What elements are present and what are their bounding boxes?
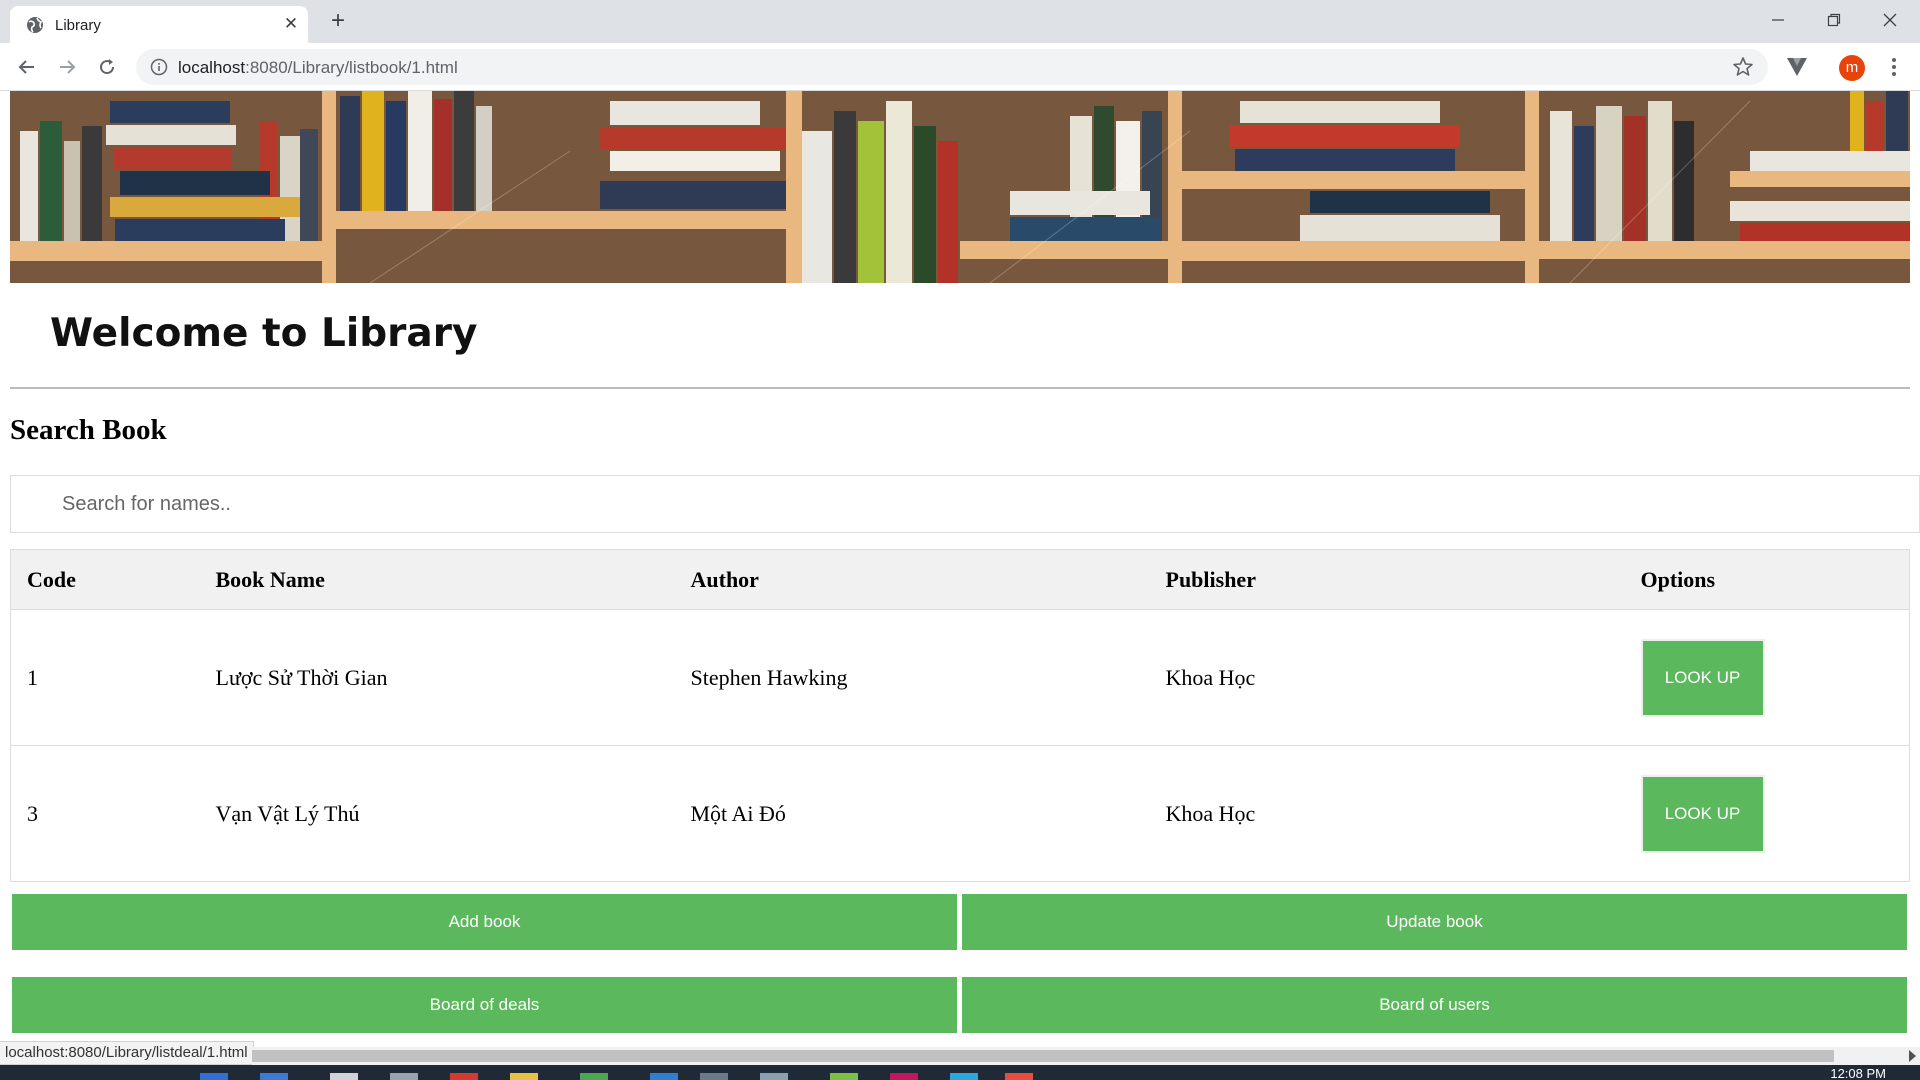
cell-code: 3 [27, 800, 38, 826]
minimize-button[interactable] [1750, 0, 1806, 40]
info-icon[interactable] [150, 58, 168, 76]
cell-publisher: Khoa Học [1149, 609, 1625, 746]
kebab-menu-icon[interactable] [1882, 55, 1906, 79]
arrow-right-icon [60, 60, 76, 74]
taskbar-app-icon[interactable] [510, 1073, 538, 1080]
bookshelf-banner [10, 91, 1910, 283]
column-header-author: Author [674, 549, 1150, 610]
taskbar-clock: 12:08 PM [1830, 1066, 1886, 1080]
minimize-icon [1772, 19, 1784, 21]
cell-author: Stephen Hawking [674, 609, 1150, 746]
taskbar-app-icon[interactable] [700, 1073, 728, 1080]
column-header-publisher: Publisher [1149, 549, 1625, 610]
close-window-button[interactable] [1862, 0, 1918, 40]
table-header-row: Code Book Name Author Publisher Options [10, 549, 1910, 610]
taskbar-app-icon[interactable] [650, 1073, 678, 1080]
status-bar-url: localhost:8080/Library/listdeal/1.html [0, 1041, 254, 1065]
update-book-button[interactable]: Update book [962, 894, 1907, 950]
os-taskbar: 12:08 PM [0, 1065, 1920, 1080]
taskbar-app-icon[interactable] [390, 1073, 418, 1080]
url-text: localhost:8080/Library/listbook/1.html [178, 58, 458, 78]
close-icon [1883, 13, 1897, 27]
cell-book-name: Vạn Vật Lý Thú [215, 800, 360, 826]
forward-button[interactable] [51, 51, 83, 83]
table-row: 1 Lược Sử Thời Gian Stephen Hawking Khoa… [10, 609, 1910, 746]
search-heading: Search Book [10, 414, 167, 446]
browser-toolbar: localhost:8080/Library/listbook/1.html m [0, 43, 1920, 91]
cell-author: Một Ai Đó [690, 800, 786, 826]
table-row: 3 Vạn Vật Lý Thú Một Ai Đó Khoa Học LOOK… [11, 746, 1910, 882]
column-header-options: Options [1624, 549, 1910, 610]
taskbar-app-icon[interactable] [200, 1073, 228, 1080]
restore-button[interactable] [1806, 0, 1862, 40]
taskbar-app-icon[interactable] [830, 1073, 858, 1080]
board-of-deals-button[interactable]: Board of deals [12, 977, 957, 1033]
taskbar-app-icon[interactable] [890, 1073, 918, 1080]
close-tab-icon[interactable]: ✕ [281, 14, 301, 34]
books-table: Code Book Name Author Publisher Options … [10, 549, 1910, 882]
taskbar-app-icon[interactable] [760, 1073, 788, 1080]
add-book-button[interactable]: Add book [12, 894, 957, 950]
column-header-code: Code [10, 549, 200, 610]
horizontal-divider [10, 387, 1910, 389]
browser-tab-strip: Library ✕ + [0, 0, 1920, 43]
scroll-right-arrow-icon[interactable] [1909, 1050, 1916, 1062]
restore-icon [1827, 13, 1841, 27]
bookmark-star-icon[interactable] [1732, 56, 1754, 78]
cell-options: LOOK UP [1624, 609, 1910, 746]
look-up-button[interactable]: LOOK UP [1640, 774, 1765, 853]
taskbar-app-icon[interactable] [330, 1073, 358, 1080]
back-button[interactable] [11, 51, 43, 83]
board-of-users-button[interactable]: Board of users [962, 977, 1907, 1033]
taskbar-app-icon[interactable] [580, 1073, 608, 1080]
globe-icon [27, 17, 43, 33]
page-title: Welcome to Library [50, 311, 478, 356]
url-path: :8080/Library/listbook/1.html [245, 58, 458, 77]
cell-book-name: Lược Sử Thời Gian [199, 609, 675, 746]
bookshelf-illustration [10, 91, 1910, 283]
new-tab-button[interactable]: + [325, 9, 351, 35]
cell-code: 1 [10, 609, 200, 746]
taskbar-app-icon[interactable] [950, 1073, 978, 1080]
reload-icon [100, 59, 115, 75]
column-header-book-name: Book Name [199, 549, 675, 610]
horizontal-scrollbar[interactable] [252, 1047, 1920, 1065]
page-viewport: Welcome to Library Search Book Code Book… [0, 91, 1920, 1046]
tab-title: Library [55, 17, 101, 34]
cell-publisher: Khoa Học [1165, 800, 1256, 826]
cell-options: LOOK UP [1625, 746, 1910, 882]
browser-tab[interactable]: Library ✕ [10, 6, 308, 43]
url-host: localhost [178, 58, 246, 77]
scrollbar-thumb[interactable] [252, 1050, 1834, 1062]
profile-avatar[interactable]: m [1839, 55, 1865, 81]
look-up-button[interactable]: LOOK UP [1640, 638, 1765, 717]
taskbar-app-icon[interactable] [260, 1073, 288, 1080]
arrow-left-icon [18, 60, 34, 74]
taskbar-app-icon[interactable] [450, 1073, 478, 1080]
address-bar[interactable]: localhost:8080/Library/listbook/1.html [136, 49, 1768, 85]
reload-button[interactable] [91, 51, 123, 83]
search-input[interactable] [10, 475, 1920, 533]
extension-icon[interactable] [1784, 54, 1810, 80]
taskbar-app-icon[interactable] [1005, 1073, 1033, 1080]
